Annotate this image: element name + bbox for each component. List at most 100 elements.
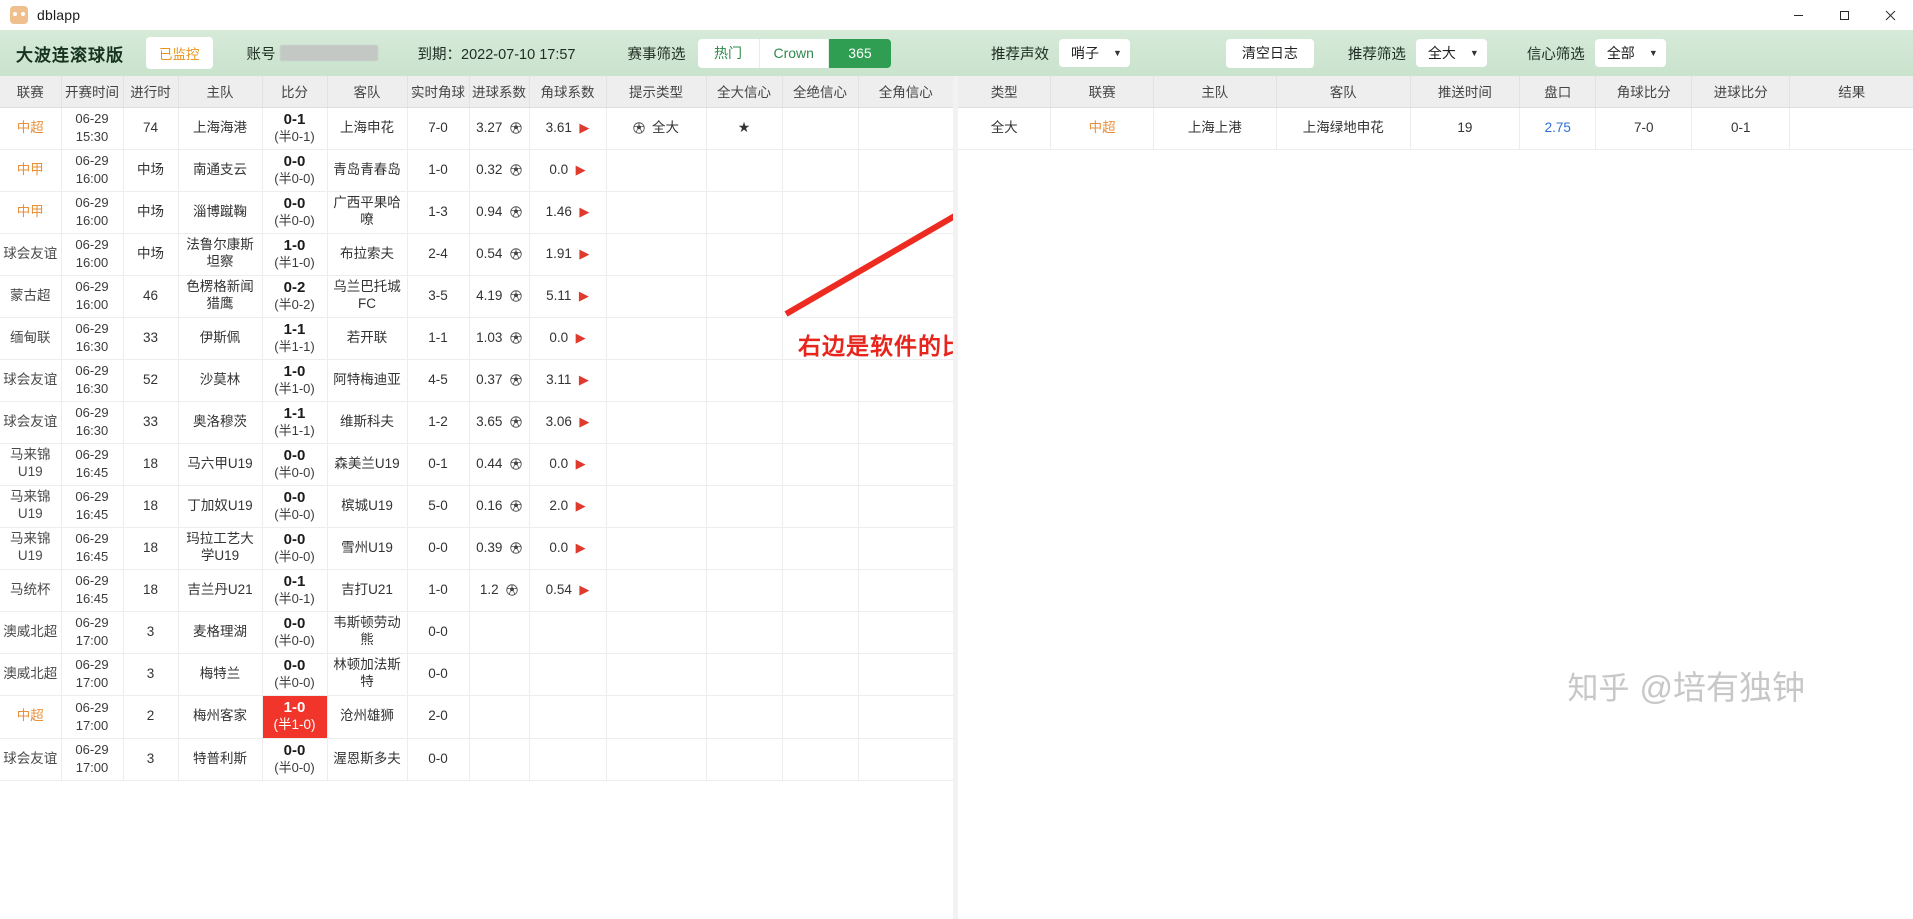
cell-league: 蒙古超 (0, 275, 62, 318)
pred-header-col-8[interactable]: 结果 (1789, 76, 1913, 108)
match-filter-option-crown[interactable]: Crown (759, 38, 829, 68)
table-row[interactable]: 球会友谊 06-29 16:30 52 沙莫林 1-0 (半1-0) 阿特梅迪亚 4-5 0.37… (0, 359, 953, 402)
cell-corner-coefficient: 3.11 ▶ (529, 359, 607, 402)
table-row[interactable]: 马来锦U19 06-29 16:45 18 玛拉工艺大学U19 0-0 (半0-0) 雪州U1… (0, 527, 953, 570)
chevron-down-icon: ▼ (1648, 48, 1658, 58)
table-row[interactable]: 马统杯 06-29 16:45 18 吉兰丹U21 0-1 (半0-1) 吉打U21 1-0 1.… (0, 569, 953, 612)
table-row[interactable]: 马来锦U19 06-29 16:45 18 丁加奴U19 0-0 (半0-0) 槟城U19 5-… (0, 485, 953, 528)
pred-header-col-3[interactable]: 客队 (1276, 76, 1411, 108)
cell-minute: 2 (123, 695, 179, 739)
maximize-button[interactable] (1821, 0, 1867, 30)
live-header-col-0[interactable]: 联赛 (0, 76, 62, 108)
cell-kickoff-time: 06-29 16:45 (61, 569, 124, 612)
cell-minute: 33 (123, 317, 179, 360)
cell-hint-type (606, 611, 707, 654)
live-header-col-12[interactable]: 全角信心 (858, 76, 953, 108)
close-button[interactable] (1867, 0, 1913, 30)
cell-live-corner: 3-5 (407, 275, 470, 318)
table-row[interactable]: 球会友谊 06-29 16:30 33 奥洛穆茨 1-1 (半1-1) 维斯科夫 1-2 3.65… (0, 401, 953, 444)
match-filter-option-hot[interactable]: 热门 (697, 38, 760, 68)
minimize-button[interactable] (1775, 0, 1821, 30)
pred-header-col-5[interactable]: 盘口 (1519, 76, 1597, 108)
table-row[interactable]: 全大 中超 上海上港 上海绿地申花 19 2.75 7-0 0-1 (958, 107, 1913, 150)
cell-kickoff-time: 06-29 16:00 (61, 275, 124, 318)
match-filter-option-365[interactable]: 365 (828, 38, 891, 68)
cell-kickoff-time: 06-29 16:00 (61, 149, 124, 192)
table-row[interactable]: 澳威北超 06-29 17:00 3 麦格理湖 0-0 (半0-0) 韦斯顿劳动熊 0-0 (0, 611, 953, 654)
cell-score: 0-1 (半0-1) (262, 107, 328, 150)
table-row[interactable]: 中超 06-29 17:00 2 梅州客家 1-0 (半1-0) 沧州雄狮 2-0 (0, 695, 953, 739)
app-brand-title: 大波连滚球版 (16, 45, 124, 65)
cell-home-team: 淄博蹴鞠 (178, 191, 263, 234)
cell-confidence-big (706, 401, 783, 444)
live-header-col-8[interactable]: 角球系数 (529, 76, 607, 108)
cell-away-team: 渥恩斯多夫 (327, 738, 408, 781)
live-header-col-11[interactable]: 全绝信心 (782, 76, 859, 108)
cell-league: 马统杯 (0, 569, 62, 612)
cell-corner-coefficient: 1.46 ▶ (529, 191, 607, 234)
pred-header-col-1[interactable]: 联赛 (1050, 76, 1154, 108)
cell-minute: 33 (123, 401, 179, 444)
sound-select[interactable]: 哨子 ▼ (1058, 39, 1130, 67)
cell-home-team: 马六甲U19 (178, 443, 263, 486)
live-header-col-5[interactable]: 客队 (327, 76, 408, 108)
live-header-col-1[interactable]: 开赛时间 (61, 76, 124, 108)
live-header-col-10[interactable]: 全大信心 (706, 76, 783, 108)
cell-pred-away: 上海绿地申花 (1276, 107, 1411, 150)
soccer-ball-icon (510, 206, 522, 218)
live-header-col-7[interactable]: 进球系数 (469, 76, 530, 108)
table-row[interactable]: 蒙古超 06-29 16:00 46 色楞格新闻猎鹰 0-2 (半0-2) 乌兰巴托城FC 3-… (0, 275, 953, 318)
pred-header-col-0[interactable]: 类型 (958, 76, 1052, 108)
pred-header-col-2[interactable]: 主队 (1153, 76, 1277, 108)
pred-header-col-6[interactable]: 角球比分 (1595, 76, 1693, 108)
soccer-ball-icon (510, 164, 522, 176)
cell-kickoff-time: 06-29 16:45 (61, 527, 124, 570)
cell-confidence-big (706, 275, 783, 318)
cell-score: 0-0 (半0-0) (262, 611, 328, 654)
cell-minute: 18 (123, 569, 179, 612)
flag-icon: ▶ (575, 329, 586, 345)
cell-confidence-corner (858, 191, 953, 234)
cell-away-team: 广西平果哈嘹 (327, 191, 408, 234)
table-row[interactable]: 马来锦U19 06-29 16:45 18 马六甲U19 0-0 (半0-0) 森美兰U19 0… (0, 443, 953, 486)
cell-goal-coefficient (469, 611, 530, 654)
table-row[interactable]: 球会友谊 06-29 17:00 3 特普利斯 0-0 (半0-0) 渥恩斯多夫 0-0 (0, 738, 953, 781)
table-row[interactable]: 中甲 06-29 16:00 中场 淄博蹴鞠 0-0 (半0-0) 广西平果哈嘹 1-3 0.94… (0, 191, 953, 234)
cell-league: 马来锦U19 (0, 485, 62, 528)
clear-log-button[interactable]: 清空日志 (1225, 38, 1314, 68)
cell-hint-type (606, 485, 707, 528)
table-row[interactable]: 中甲 06-29 16:00 中场 南通支云 0-0 (半0-0) 青岛青春岛 1-0 0.32 … (0, 149, 953, 192)
live-header-col-9[interactable]: 提示类型 (606, 76, 707, 108)
cell-corner-coefficient (529, 695, 607, 739)
cell-hint-type (606, 569, 707, 612)
recommend-filter-select[interactable]: 全大 ▼ (1415, 39, 1487, 67)
cell-live-corner: 5-0 (407, 485, 470, 528)
cell-confidence-corner (858, 653, 953, 696)
flag-icon: ▶ (575, 497, 586, 513)
soccer-ball-icon (510, 542, 522, 554)
table-row[interactable]: 中超 06-29 15:30 74 上海海港 0-1 (半0-1) 上海申花 7-0 3.27 3… (0, 107, 953, 150)
live-header-col-4[interactable]: 比分 (262, 76, 328, 108)
cell-confidence-big (706, 359, 783, 402)
cell-home-team: 法鲁尔康斯坦察 (178, 233, 263, 276)
table-row[interactable]: 澳威北超 06-29 17:00 3 梅特兰 0-0 (半0-0) 林顿加法斯特 0-0 (0, 653, 953, 696)
live-matches-pane: 联赛 开赛时间 进行时 主队 比分 客队 实时角球 进球系数 角球系数 提示类型 全大信心 全绝信心全… (0, 76, 953, 919)
cell-goal-coefficient: 3.65 (469, 401, 530, 444)
live-header-col-2[interactable]: 进行时 (123, 76, 179, 108)
monitor-status-badge[interactable]: 已监控 (146, 37, 213, 69)
cell-away-team: 沧州雄狮 (327, 695, 408, 739)
live-header-col-3[interactable]: 主队 (178, 76, 263, 108)
cell-minute: 46 (123, 275, 179, 318)
flag-icon: ▶ (575, 455, 586, 471)
pred-header-col-7[interactable]: 进球比分 (1691, 76, 1791, 108)
cell-kickoff-time: 06-29 16:30 (61, 359, 124, 402)
table-row[interactable]: 球会友谊 06-29 16:00 中场 法鲁尔康斯坦察 1-0 (半1-0) 布拉索夫 2-4 0… (0, 233, 953, 276)
cell-home-team: 奥洛穆茨 (178, 401, 263, 444)
cell-kickoff-time: 06-29 16:45 (61, 485, 124, 528)
confidence-filter-select[interactable]: 全部 ▼ (1594, 39, 1666, 67)
watermark: 知乎 @培有独钟 (1568, 661, 1806, 709)
live-header-col-6[interactable]: 实时角球 (407, 76, 470, 108)
cell-home-team: 色楞格新闻猎鹰 (178, 275, 263, 318)
pred-header-col-4[interactable]: 推送时间 (1410, 76, 1520, 108)
cell-confidence-big (706, 653, 783, 696)
